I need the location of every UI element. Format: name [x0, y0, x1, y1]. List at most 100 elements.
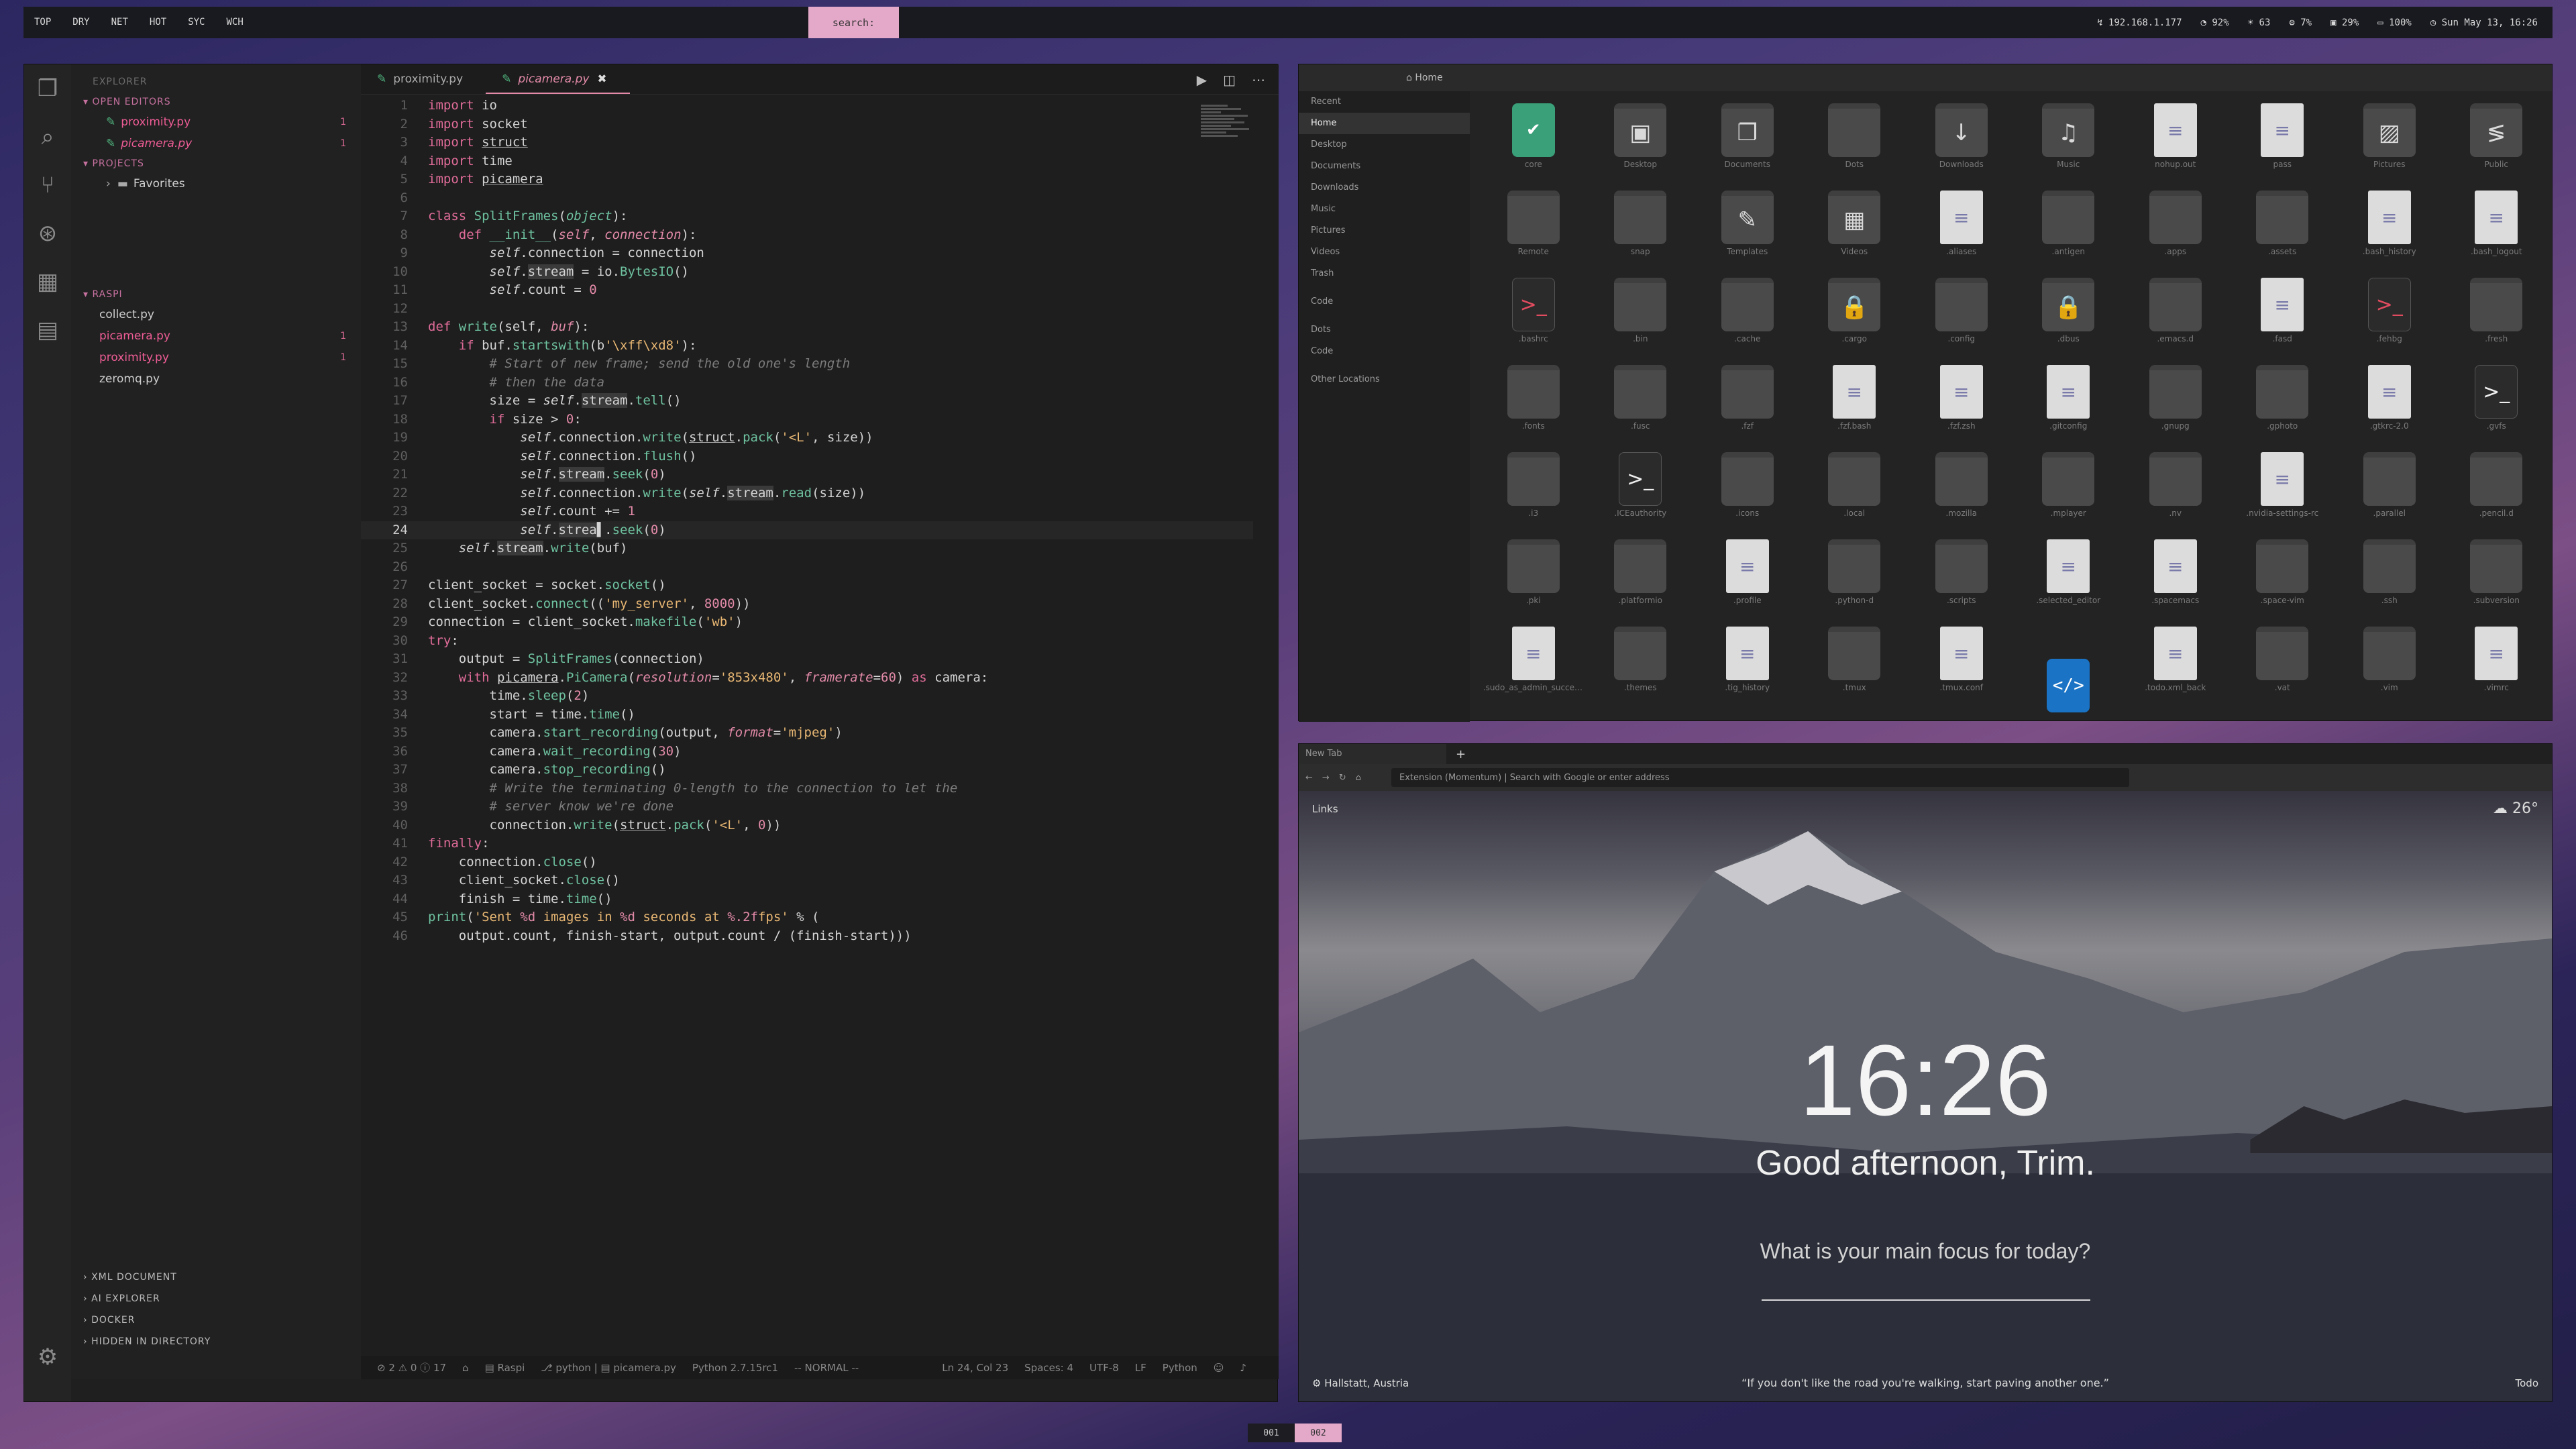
file-item[interactable]: ❐ Documents — [1694, 103, 1801, 191]
open-editor-item[interactable]: ✎ proximity.py 1 — [71, 111, 361, 133]
minimap[interactable] — [1201, 103, 1254, 170]
file-item[interactable]: .local — [1801, 452, 1909, 539]
file-item[interactable]: ♫ Music — [2015, 103, 2123, 191]
status-item[interactable]: Python 2.7.15rc1 — [692, 1362, 778, 1374]
status-item[interactable]: ⊘ 2 ⚠ 0 ⓘ 17 — [377, 1360, 446, 1375]
file-item[interactable]: .fonts — [1480, 365, 1587, 452]
places-item[interactable]: Code — [1299, 291, 1470, 313]
file-item[interactable]: >_ .ICEauthority — [1587, 452, 1695, 539]
status-item[interactable]: Python — [1163, 1362, 1197, 1374]
file-item[interactable]: .scripts — [1908, 539, 2015, 627]
file-item[interactable]: .nv — [2122, 452, 2229, 539]
sidebar-section-xml-document[interactable]: › XML DOCUMENT — [71, 1267, 361, 1288]
file-item[interactable]: .bin — [1587, 278, 1695, 365]
places-item[interactable]: Videos — [1299, 241, 1470, 263]
file-item[interactable]: ≡ .vimrc — [2443, 627, 2551, 714]
status-item[interactable]: LF — [1135, 1362, 1146, 1374]
path-breadcrumb[interactable]: ⌂ Home — [1406, 72, 1443, 83]
file-item[interactable]: .config — [1908, 278, 2015, 365]
places-item[interactable]: Other Locations — [1299, 369, 1470, 390]
file-item[interactable]: 🔒 .dbus — [2015, 278, 2123, 365]
links-button[interactable]: Links — [1312, 803, 1338, 815]
file-item[interactable]: .emacs.d — [2122, 278, 2229, 365]
file-item[interactable]: ▨ Pictures — [2336, 103, 2443, 191]
file-item[interactable]: .pki — [1480, 539, 1587, 627]
split-editor-icon[interactable]: ◫ — [1223, 72, 1236, 88]
projects-header[interactable]: ▾ PROJECTS — [71, 154, 361, 173]
status-item[interactable]: UTF-8 — [1089, 1362, 1119, 1374]
file-item[interactable]: ▣ Desktop — [1587, 103, 1695, 191]
file-item[interactable]: .subversion — [2443, 539, 2551, 627]
search-icon[interactable]: ⌕ — [24, 113, 71, 161]
workspace-number[interactable]: 001 — [1248, 1424, 1295, 1442]
status-item[interactable]: -- NORMAL -- — [794, 1362, 859, 1374]
files-icon[interactable]: ❐ — [24, 64, 71, 113]
file-item[interactable]: Dots — [1801, 103, 1909, 191]
status-item[interactable]: Ln 24, Col 23 — [942, 1362, 1008, 1374]
file-item[interactable]: .assets — [2229, 191, 2337, 278]
focus-input[interactable] — [1762, 1299, 2090, 1301]
places-item[interactable]: Documents — [1299, 156, 1470, 177]
file-item[interactable]: </>.todo.xml — [2015, 627, 2123, 714]
status-item[interactable]: ☺ — [1214, 1362, 1224, 1374]
status-item[interactable]: ⌂ — [462, 1362, 469, 1374]
workspace-top[interactable]: TOP — [23, 7, 62, 38]
file-item[interactable]: .antigen — [2015, 191, 2123, 278]
file-item[interactable]: ≡ nohup.out — [2122, 103, 2229, 191]
raspi-header[interactable]: ▾ RASPI — [71, 285, 361, 304]
debug-icon[interactable]: ⊛ — [24, 209, 71, 258]
source-control-icon[interactable]: ⑂ — [24, 161, 71, 209]
file-item[interactable]: >_ .fehbg — [2336, 278, 2443, 365]
status-item[interactable]: Spaces: 4 — [1024, 1362, 1073, 1374]
reload-icon[interactable]: ↻ — [1339, 773, 1346, 783]
file-item[interactable]: ≡ .aliases — [1908, 191, 2015, 278]
file-item[interactable]: ≡ .profile — [1694, 539, 1801, 627]
places-item[interactable]: Desktop — [1299, 134, 1470, 156]
file-item[interactable]: >_ .bashrc — [1480, 278, 1587, 365]
places-item[interactable]: Pictures — [1299, 220, 1470, 241]
file-item[interactable]: .gphoto — [2229, 365, 2337, 452]
file-item[interactable]: ≡ .nvidia-settings-rc — [2229, 452, 2337, 539]
workspace-wch[interactable]: WCH — [215, 7, 254, 38]
editor-tab-proximity-py[interactable]: ✎ proximity.py — [361, 64, 486, 94]
file-item[interactable]: ✔ core — [1480, 103, 1587, 191]
file-item[interactable]: ≡ .tig_history — [1694, 627, 1801, 714]
places-item[interactable]: Home — [1299, 113, 1470, 134]
file-item[interactable]: .fzf — [1694, 365, 1801, 452]
file-item[interactable]: .ssh — [2336, 539, 2443, 627]
gear-icon[interactable]: ⚙ — [24, 1333, 71, 1381]
file-item[interactable]: ≡ .todo.xml_back — [2122, 627, 2229, 714]
sidebar-section-docker[interactable]: › DOCKER — [71, 1309, 361, 1331]
raspi-file-item[interactable]: zeromq.py — [71, 368, 361, 390]
file-item[interactable]: ✎ Templates — [1694, 191, 1801, 278]
file-item[interactable]: 🔒 .cargo — [1801, 278, 1909, 365]
file-item[interactable]: ≡ .bash_history — [2336, 191, 2443, 278]
raspi-file-item[interactable]: collect.py — [71, 304, 361, 325]
file-item[interactable]: Remote — [1480, 191, 1587, 278]
workspace-hot[interactable]: HOT — [139, 7, 177, 38]
close-icon[interactable]: ✖ — [597, 72, 606, 86]
open-editor-item[interactable]: ✎ picamera.py 1 — [71, 133, 361, 154]
file-item[interactable]: ≡ .selected_editor — [2015, 539, 2123, 627]
status-item[interactable]: ⎇ python | ▤ picamera.py — [541, 1362, 676, 1374]
file-item[interactable]: ≡ .fzf.bash — [1801, 365, 1909, 452]
file-item[interactable]: .fresh — [2443, 278, 2551, 365]
file-item[interactable]: ≡ .tmux.conf — [1908, 627, 2015, 714]
editor-tab-picamera-py[interactable]: ✎ picamera.py ✖ — [486, 64, 630, 94]
file-item[interactable]: ≶ Public — [2443, 103, 2551, 191]
file-item[interactable]: .parallel — [2336, 452, 2443, 539]
sidebar-section-hidden-in-directory[interactable]: › HIDDEN IN DIRECTORY — [71, 1331, 361, 1352]
todo-button[interactable]: Todo — [2516, 1377, 2539, 1389]
file-item[interactable]: ≡ .bash_logout — [2443, 191, 2551, 278]
favorites-item[interactable]: › ▬ Favorites — [71, 173, 361, 195]
workspace-net[interactable]: NET — [101, 7, 139, 38]
file-item[interactable]: ≡ .spacemacs — [2122, 539, 2229, 627]
places-item[interactable]: Recent — [1299, 91, 1470, 113]
more-icon[interactable]: ⋯ — [1252, 72, 1265, 88]
file-item[interactable]: .platformio — [1587, 539, 1695, 627]
file-item[interactable]: .i3 — [1480, 452, 1587, 539]
file-item[interactable]: .icons — [1694, 452, 1801, 539]
places-item[interactable]: Dots — [1299, 319, 1470, 341]
file-item[interactable]: .vat — [2229, 627, 2337, 714]
file-item[interactable]: .mplayer — [2015, 452, 2123, 539]
